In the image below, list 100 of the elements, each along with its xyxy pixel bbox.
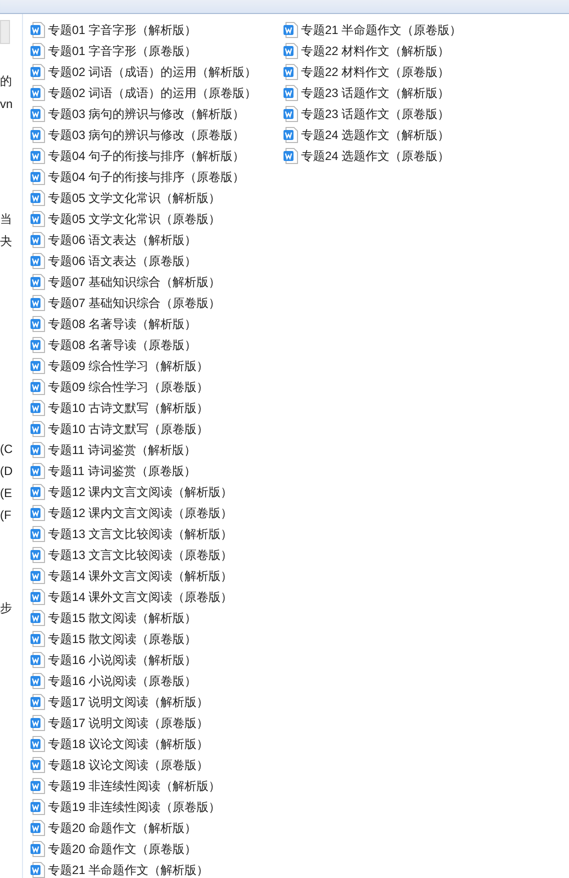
document-icon (30, 378, 45, 394)
document-icon (283, 64, 298, 80)
document-icon (30, 694, 45, 710)
file-name[interactable]: 专题03 病句的辨识与修改（解析版） (48, 104, 245, 122)
file-name[interactable]: 专题10 古诗文默写（原卷版） (48, 420, 209, 438)
file-name[interactable]: 专题22 材料作文（原卷版） (301, 62, 450, 80)
file-name[interactable]: 专题16 小说阅读（原卷版） (48, 672, 197, 690)
file-name[interactable]: 专题15 散文阅读（解析版） (48, 608, 197, 626)
document-icon (30, 652, 45, 668)
file-name[interactable]: 专题11 诗词鉴赏（原卷版） (48, 462, 196, 480)
document-icon (30, 42, 45, 58)
file-name[interactable]: 专题05 文学文化常识（解析版） (48, 188, 221, 206)
file-name[interactable]: 专题14 课外文言文阅读（解析版） (48, 566, 233, 584)
nav-item[interactable]: vn (0, 95, 22, 113)
file-name[interactable]: 专题21 半命题作文（原卷版） (301, 20, 462, 38)
file-name[interactable]: 专题02 词语（成语）的运用（解析版） (48, 62, 257, 80)
file-name[interactable]: 专题01 字音字形（原卷版） (48, 42, 197, 60)
document-icon (30, 546, 45, 562)
document-icon (30, 64, 45, 80)
document-icon (30, 336, 45, 352)
file-name[interactable]: 专题09 综合性学习（原卷版） (48, 378, 209, 396)
document-icon (30, 168, 45, 184)
file-name[interactable]: 专题14 课外文言文阅读（原卷版） (48, 588, 233, 606)
file-name[interactable]: 专题19 非连续性阅读（解析版） (48, 776, 221, 794)
file-name[interactable]: 专题09 综合性学习（解析版） (48, 356, 209, 374)
document-icon (30, 714, 45, 730)
file-name[interactable]: 专题12 课内文言文阅读（原卷版） (48, 504, 233, 522)
nav-item[interactable]: 夬 (0, 232, 22, 250)
document-icon (30, 420, 45, 436)
document-icon (283, 126, 298, 142)
nav-item[interactable]: 的 (0, 72, 22, 90)
document-icon (30, 798, 45, 814)
file-name[interactable]: 专题06 语文表达（原卷版） (48, 252, 197, 270)
file-name[interactable]: 专题07 基础知识综合（解析版） (48, 272, 221, 290)
file-name[interactable]: 专题05 文学文化常识（原卷版） (48, 210, 221, 228)
document-icon (30, 862, 45, 878)
document-icon (30, 274, 45, 290)
document-icon (283, 106, 298, 122)
nav-item[interactable]: 当 (0, 210, 22, 228)
document-icon (30, 316, 45, 332)
document-icon (283, 22, 298, 38)
document-icon (283, 148, 298, 164)
document-icon (30, 630, 45, 646)
document-icon (30, 22, 45, 38)
document-icon (30, 358, 45, 374)
file-name[interactable]: 专题13 文言文比较阅读（解析版） (48, 524, 233, 542)
document-icon (30, 672, 45, 688)
file-name[interactable]: 专题11 诗词鉴赏（解析版） (48, 440, 196, 458)
document-icon (283, 84, 298, 100)
file-name[interactable]: 专题04 句子的衔接与排序（解析版） (48, 146, 245, 164)
file-name[interactable]: 专题08 名著导读（原卷版） (48, 336, 197, 354)
document-icon (30, 148, 45, 164)
file-name[interactable]: 专题16 小说阅读（解析版） (48, 650, 197, 668)
file-name[interactable]: 专题20 命题作文（原卷版） (48, 840, 197, 858)
file-name[interactable]: 专题20 命题作文（解析版） (48, 818, 197, 836)
document-icon (30, 568, 45, 584)
document-icon (30, 504, 45, 520)
nav-item[interactable]: (E (0, 484, 22, 502)
file-name[interactable]: 专题23 话题作文（原卷版） (301, 104, 450, 122)
file-name[interactable]: 专题18 议论文阅读（解析版） (48, 734, 209, 752)
file-name[interactable]: 专题19 非连续性阅读（原卷版） (48, 798, 221, 816)
document-icon (30, 484, 45, 500)
file-name[interactable]: 专题13 文言文比较阅读（原卷版） (48, 546, 233, 564)
file-name[interactable]: 专题03 病句的辨识与修改（原卷版） (48, 126, 245, 144)
document-icon (30, 294, 45, 310)
file-name[interactable]: 专题07 基础知识综合（原卷版） (48, 294, 221, 312)
file-name[interactable]: 专题02 词语（成语）的运用（原卷版） (48, 84, 257, 102)
file-name[interactable]: 专题06 语文表达（解析版） (48, 230, 197, 248)
nav-item[interactable]: 步 (0, 599, 22, 617)
file-name[interactable]: 专题24 选题作文（原卷版） (301, 146, 450, 164)
file-name[interactable]: 专题12 课内文言文阅读（解析版） (48, 482, 233, 500)
file-name[interactable]: 专题15 散文阅读（原卷版） (48, 630, 197, 648)
file-name[interactable]: 专题23 话题作文（解析版） (301, 84, 450, 102)
document-icon (30, 756, 45, 772)
document-icon (30, 210, 45, 226)
document-icon (30, 610, 45, 626)
file-name[interactable]: 专题10 古诗文默写（解析版） (48, 398, 209, 416)
file-name[interactable]: 专题24 选题作文（解析版） (301, 126, 450, 144)
document-icon (283, 42, 298, 58)
file-name[interactable]: 专题04 句子的衔接与排序（原卷版） (48, 168, 245, 186)
file-name[interactable]: 专题22 材料作文（解析版） (301, 42, 450, 60)
file-name[interactable]: 专题18 议论文阅读（原卷版） (48, 756, 209, 774)
document-icon (30, 588, 45, 604)
file-name[interactable]: 专题17 说明文阅读（解析版） (48, 692, 209, 710)
document-icon (30, 106, 45, 122)
document-icon (30, 126, 45, 142)
document-icon (30, 526, 45, 542)
file-name[interactable]: 专题08 名著导读（解析版） (48, 314, 197, 332)
document-icon (30, 190, 45, 206)
nav-item[interactable]: (C (0, 440, 22, 458)
document-icon (30, 840, 45, 856)
document-icon (30, 232, 45, 248)
file-name[interactable]: 专题17 说明文阅读（原卷版） (48, 714, 209, 732)
document-icon (30, 442, 45, 458)
document-icon (30, 820, 45, 836)
nav-item[interactable]: (F (0, 506, 22, 524)
file-name[interactable]: 专题01 字音字形（解析版） (48, 20, 197, 38)
document-icon (30, 462, 45, 478)
file-name[interactable]: 专题21 半命题作文（解析版） (48, 860, 209, 878)
nav-item[interactable]: (D (0, 462, 22, 480)
